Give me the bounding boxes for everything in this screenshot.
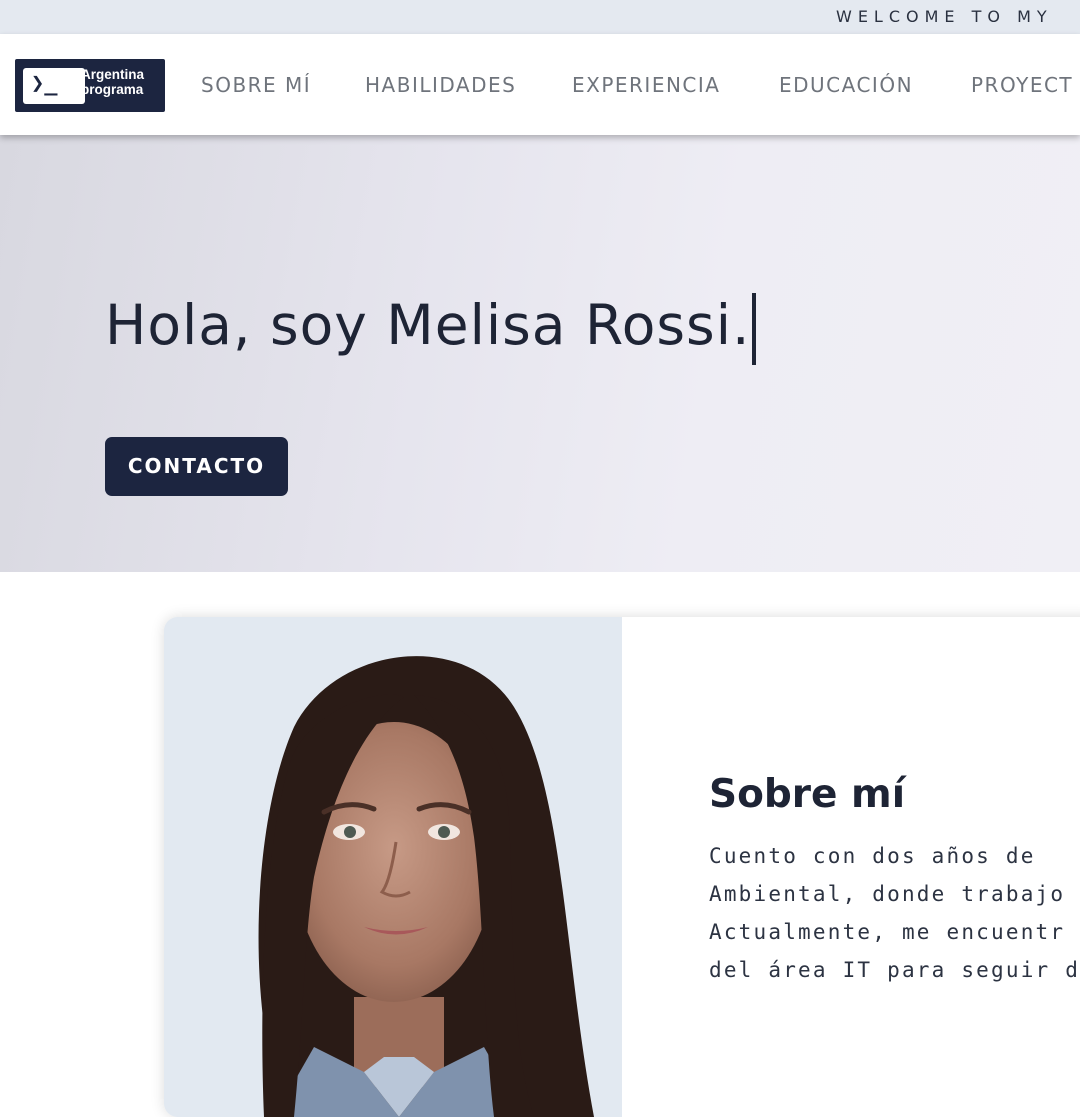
about-title: Sobre mí — [709, 772, 906, 818]
hero-section: Hola, soy Melisa Rossi. CONTACTO — [0, 135, 1080, 572]
nav-link-habilidades[interactable]: HABILIDADES — [365, 73, 516, 97]
terminal-icon: ❯_ — [23, 68, 85, 104]
welcome-text: WELCOME TO MY — [836, 7, 1053, 26]
top-banner: WELCOME TO MY — [0, 0, 1080, 34]
logo-line-1: Argentina — [81, 67, 145, 82]
about-line-3: Actualmente, me encuentr — [709, 920, 1066, 944]
nav-link-experiencia[interactable]: EXPERIENCIA — [572, 73, 720, 97]
profile-photo — [164, 617, 622, 1117]
nav-link-proyectos[interactable]: PROYECT — [971, 73, 1073, 97]
logo-text: Argentina programa — [81, 67, 144, 97]
about-line-2: Ambiental, donde trabajo — [709, 882, 1066, 906]
hero-title: Hola, soy Melisa Rossi. — [105, 288, 757, 365]
terminal-prompt-glyph: ❯_ — [31, 71, 58, 96]
about-line-1: Cuento con dos años de — [709, 844, 1036, 868]
navbar: ❯_ Argentina programa SOBRE MÍ HABILIDAD… — [0, 34, 1080, 135]
about-paragraph: Cuento con dos años de Ambiental, donde … — [709, 837, 1080, 989]
about-card: Sobre mí Cuento con dos años de Ambienta… — [164, 617, 1080, 1117]
contact-button[interactable]: CONTACTO — [105, 437, 288, 496]
typing-cursor — [752, 292, 757, 365]
nav-link-sobre-mi[interactable]: SOBRE MÍ — [201, 73, 311, 97]
profile-photo-illustration — [164, 617, 622, 1117]
logo-line-2: programa — [81, 82, 144, 97]
nav-link-educacion[interactable]: EDUCACIÓN — [779, 73, 913, 97]
about-line-4: del área IT para seguir desa — [709, 958, 1080, 982]
argentina-programa-logo[interactable]: ❯_ Argentina programa — [15, 59, 165, 112]
hero-title-text: Hola, soy Melisa Rossi. — [105, 293, 751, 357]
